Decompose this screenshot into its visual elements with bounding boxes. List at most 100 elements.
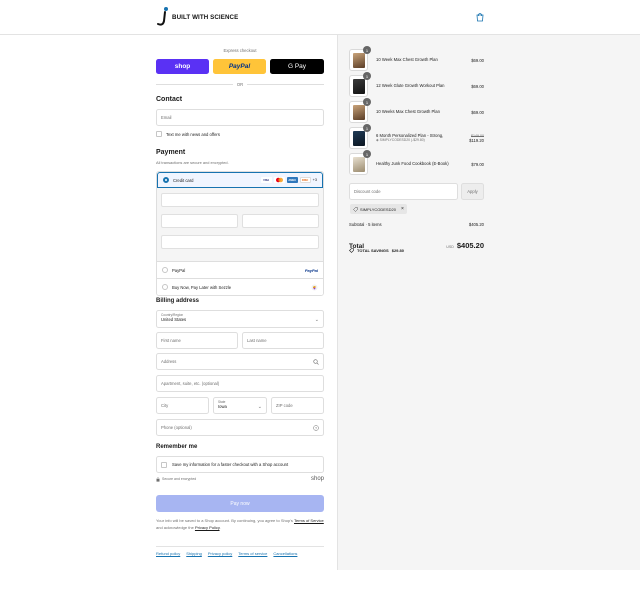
total-savings-row: TOTAL SAVINGS $29.80 [349,248,404,253]
credit-card-radio[interactable] [163,177,169,183]
paypal-logo-icon: PayPal [304,267,318,273]
product-image [353,105,365,120]
news-optin-row[interactable]: Text me with news and offers [156,131,220,137]
quantity-badge: 1 [363,46,371,54]
paypal-option[interactable]: PayPal PayPal [157,261,323,278]
country-select[interactable]: Country/Region United States ⌄ [156,310,324,328]
address-field[interactable]: Address [156,353,324,370]
last-name-field[interactable]: Last name [242,332,324,349]
paypal-radio[interactable] [162,267,168,273]
list-item: 1 10 Week Max Chest Growth Plan $69.00 [349,46,484,71]
or-label: OR [236,81,244,87]
product-image [353,53,365,68]
close-icon[interactable]: × [401,206,404,212]
savings-amount: $29.80 [391,248,404,253]
apartment-field[interactable]: Apartment, suite, etc. (optional) [156,375,324,392]
discount-chip: SIMPLYCODESD20 × [350,204,407,214]
cancellations-link[interactable]: Cancellations [273,551,297,556]
divider-line [156,83,233,85]
shop-pay-button[interactable]: shop [156,59,209,74]
google-pay-button[interactable]: G Pay [270,59,324,74]
lock-icon [156,476,160,482]
name-on-card-field[interactable] [161,235,319,249]
brand-logo[interactable]: BUILT WITH SCIENCE [156,6,238,28]
legal-text-1: Your info will be saved to a Shop accoun… [156,518,293,523]
pay-now-button[interactable]: Pay now [156,495,324,512]
discount-code-input[interactable]: Discount code [349,183,458,200]
billing-title: Billing address [156,298,200,304]
product-image [353,79,365,94]
phone-field[interactable]: Phone (optional) ? [156,419,324,436]
address-placeholder: Address [161,359,177,364]
discover-icon: DISC [299,177,311,183]
discount-code-applied: SIMPLYCODESD20 (-$29.80) [379,138,425,142]
shipping-link[interactable]: Shipping [186,551,202,556]
state-value: Iowa [218,404,227,409]
credit-card-label: Credit card [173,177,194,183]
security-code-field[interactable] [242,214,319,228]
footer-links: Refund policy Shipping Privacy policy Te… [156,551,297,556]
shopping-bag-icon[interactable] [475,12,485,22]
express-checkout-label: Express checkout [223,48,257,53]
email-field[interactable]: Email [156,109,324,126]
shop-logo: shop [310,476,324,482]
news-checkbox[interactable] [156,131,162,137]
payment-methods: Credit card VISA AMEX DISC +3 PayPal Pay… [156,171,324,296]
product-thumbnail: 1 [349,98,371,123]
footer-divider [156,546,324,547]
product-price: $79.00 [471,161,484,167]
card-number-field[interactable] [161,193,319,207]
list-item: 1 12 Week Glute Growth Workout Plan $69.… [349,72,484,97]
product-name: Healthy Junk Food Cookbook (E-Book) [376,161,449,167]
total-amount: $405.20 [456,241,484,250]
product-name: 6 Month Personalized Plan - Strong, ◈ SI… [376,133,443,144]
original-price: $149.00 [471,133,484,138]
product-thumbnail: 1 [349,46,371,71]
paypal-button[interactable]: PayPal [213,59,266,74]
privacy-policy-link[interactable]: Privacy policy [208,551,232,556]
zip-field[interactable]: ZIP code [271,397,324,414]
product-thumbnail: 1 [349,150,371,175]
divider-line [247,83,324,85]
tag-icon [353,206,358,212]
expiration-field[interactable] [161,214,238,228]
secure-label: Secure and encrypted [162,477,197,481]
sezzle-option[interactable]: Buy Now, Pay Later with Sezzle [157,278,323,295]
savings-label: TOTAL SAVINGS [357,248,389,253]
product-name: 10 Weeks Max Chest Growth Plan [376,109,440,115]
product-price: $69.00 [471,83,484,89]
city-field[interactable]: City [156,397,209,414]
first-name-field[interactable]: First name [156,332,238,349]
quantity-badge: 1 [363,150,371,158]
save-info-option[interactable]: Save my information for a faster checkou… [156,456,324,473]
refund-policy-link[interactable]: Refund policy [156,551,180,556]
country-value: United States [161,317,187,322]
legal-text-2: and acknowledge the [156,525,194,530]
list-item: 1 10 Weeks Max Chest Growth Plan $69.00 [349,98,484,123]
credit-card-option[interactable]: Credit card VISA AMEX DISC +3 [157,172,323,188]
paypal-label: PayPal [172,267,186,273]
secure-row: Secure and encrypted shop [156,476,324,482]
help-icon[interactable]: ? [313,424,319,431]
save-info-checkbox[interactable] [161,461,167,468]
list-item: 1 6 Month Personalized Plan - Strong, ◈ … [349,124,484,149]
subtotal-row: Subtotal · 5 items $405.20 [349,222,484,227]
tag-icon [349,248,354,253]
quantity-badge: 1 [363,72,371,80]
state-select[interactable]: State Iowa ⌄ [213,397,267,414]
card-brands: VISA AMEX DISC +3 [260,177,317,183]
product-price: $69.00 [471,109,484,115]
sezzle-radio[interactable] [162,284,168,290]
quantity-badge: 1 [363,124,371,132]
more-cards-label: +3 [312,178,317,182]
terms-of-service-link[interactable]: Terms of service [238,551,267,556]
privacy-link[interactable]: Privacy Policy [195,525,220,530]
visa-icon: VISA [260,177,272,183]
payment-title: Payment [156,149,186,156]
product-image [353,157,365,172]
sezzle-logo-icon [311,284,318,290]
quantity-badge: 1 [363,98,371,106]
terms-link[interactable]: Terms of Service [294,518,324,523]
apply-button[interactable]: Apply [461,183,484,200]
search-icon [313,358,319,365]
